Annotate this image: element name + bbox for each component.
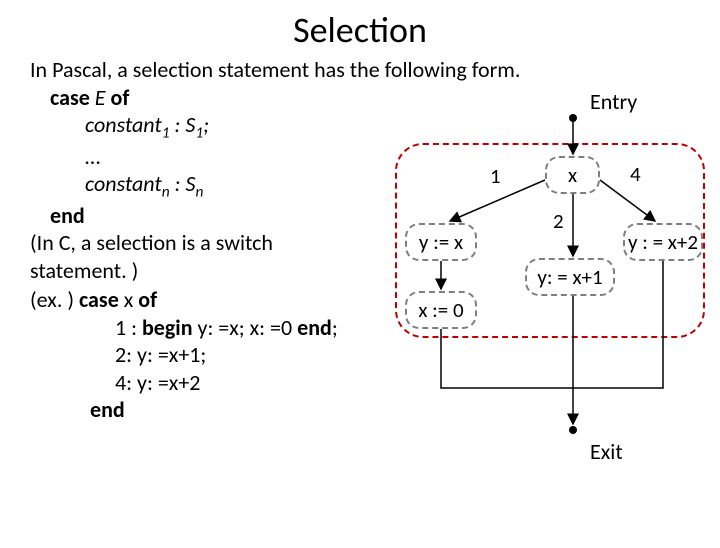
kw-case: case: [50, 84, 90, 111]
edge-label-4: 4: [630, 161, 641, 187]
page-title: Selection: [0, 8, 720, 52]
node-x: x: [545, 156, 600, 194]
node-yx2: y : = x+2: [623, 223, 703, 261]
node-yx1: y: = x+1: [525, 258, 615, 296]
expr-E: E: [95, 84, 106, 111]
intro-text: In Pascal, a selection statement has the…: [30, 56, 690, 84]
node-x0: x := 0: [405, 291, 477, 329]
kw-of: of: [111, 84, 130, 111]
exit-dot: [569, 426, 577, 434]
node-yx: y := x: [405, 223, 477, 261]
edge-label-1: 1: [490, 163, 501, 189]
exit-label: Exit: [590, 438, 623, 465]
flow-diagram: Entry x y := x x := 0 y: = x+1 y : = x+2…: [395, 88, 710, 468]
entry-dot: [569, 114, 577, 122]
entry-label: Entry: [590, 88, 637, 115]
edge-label-2: 2: [553, 208, 564, 234]
